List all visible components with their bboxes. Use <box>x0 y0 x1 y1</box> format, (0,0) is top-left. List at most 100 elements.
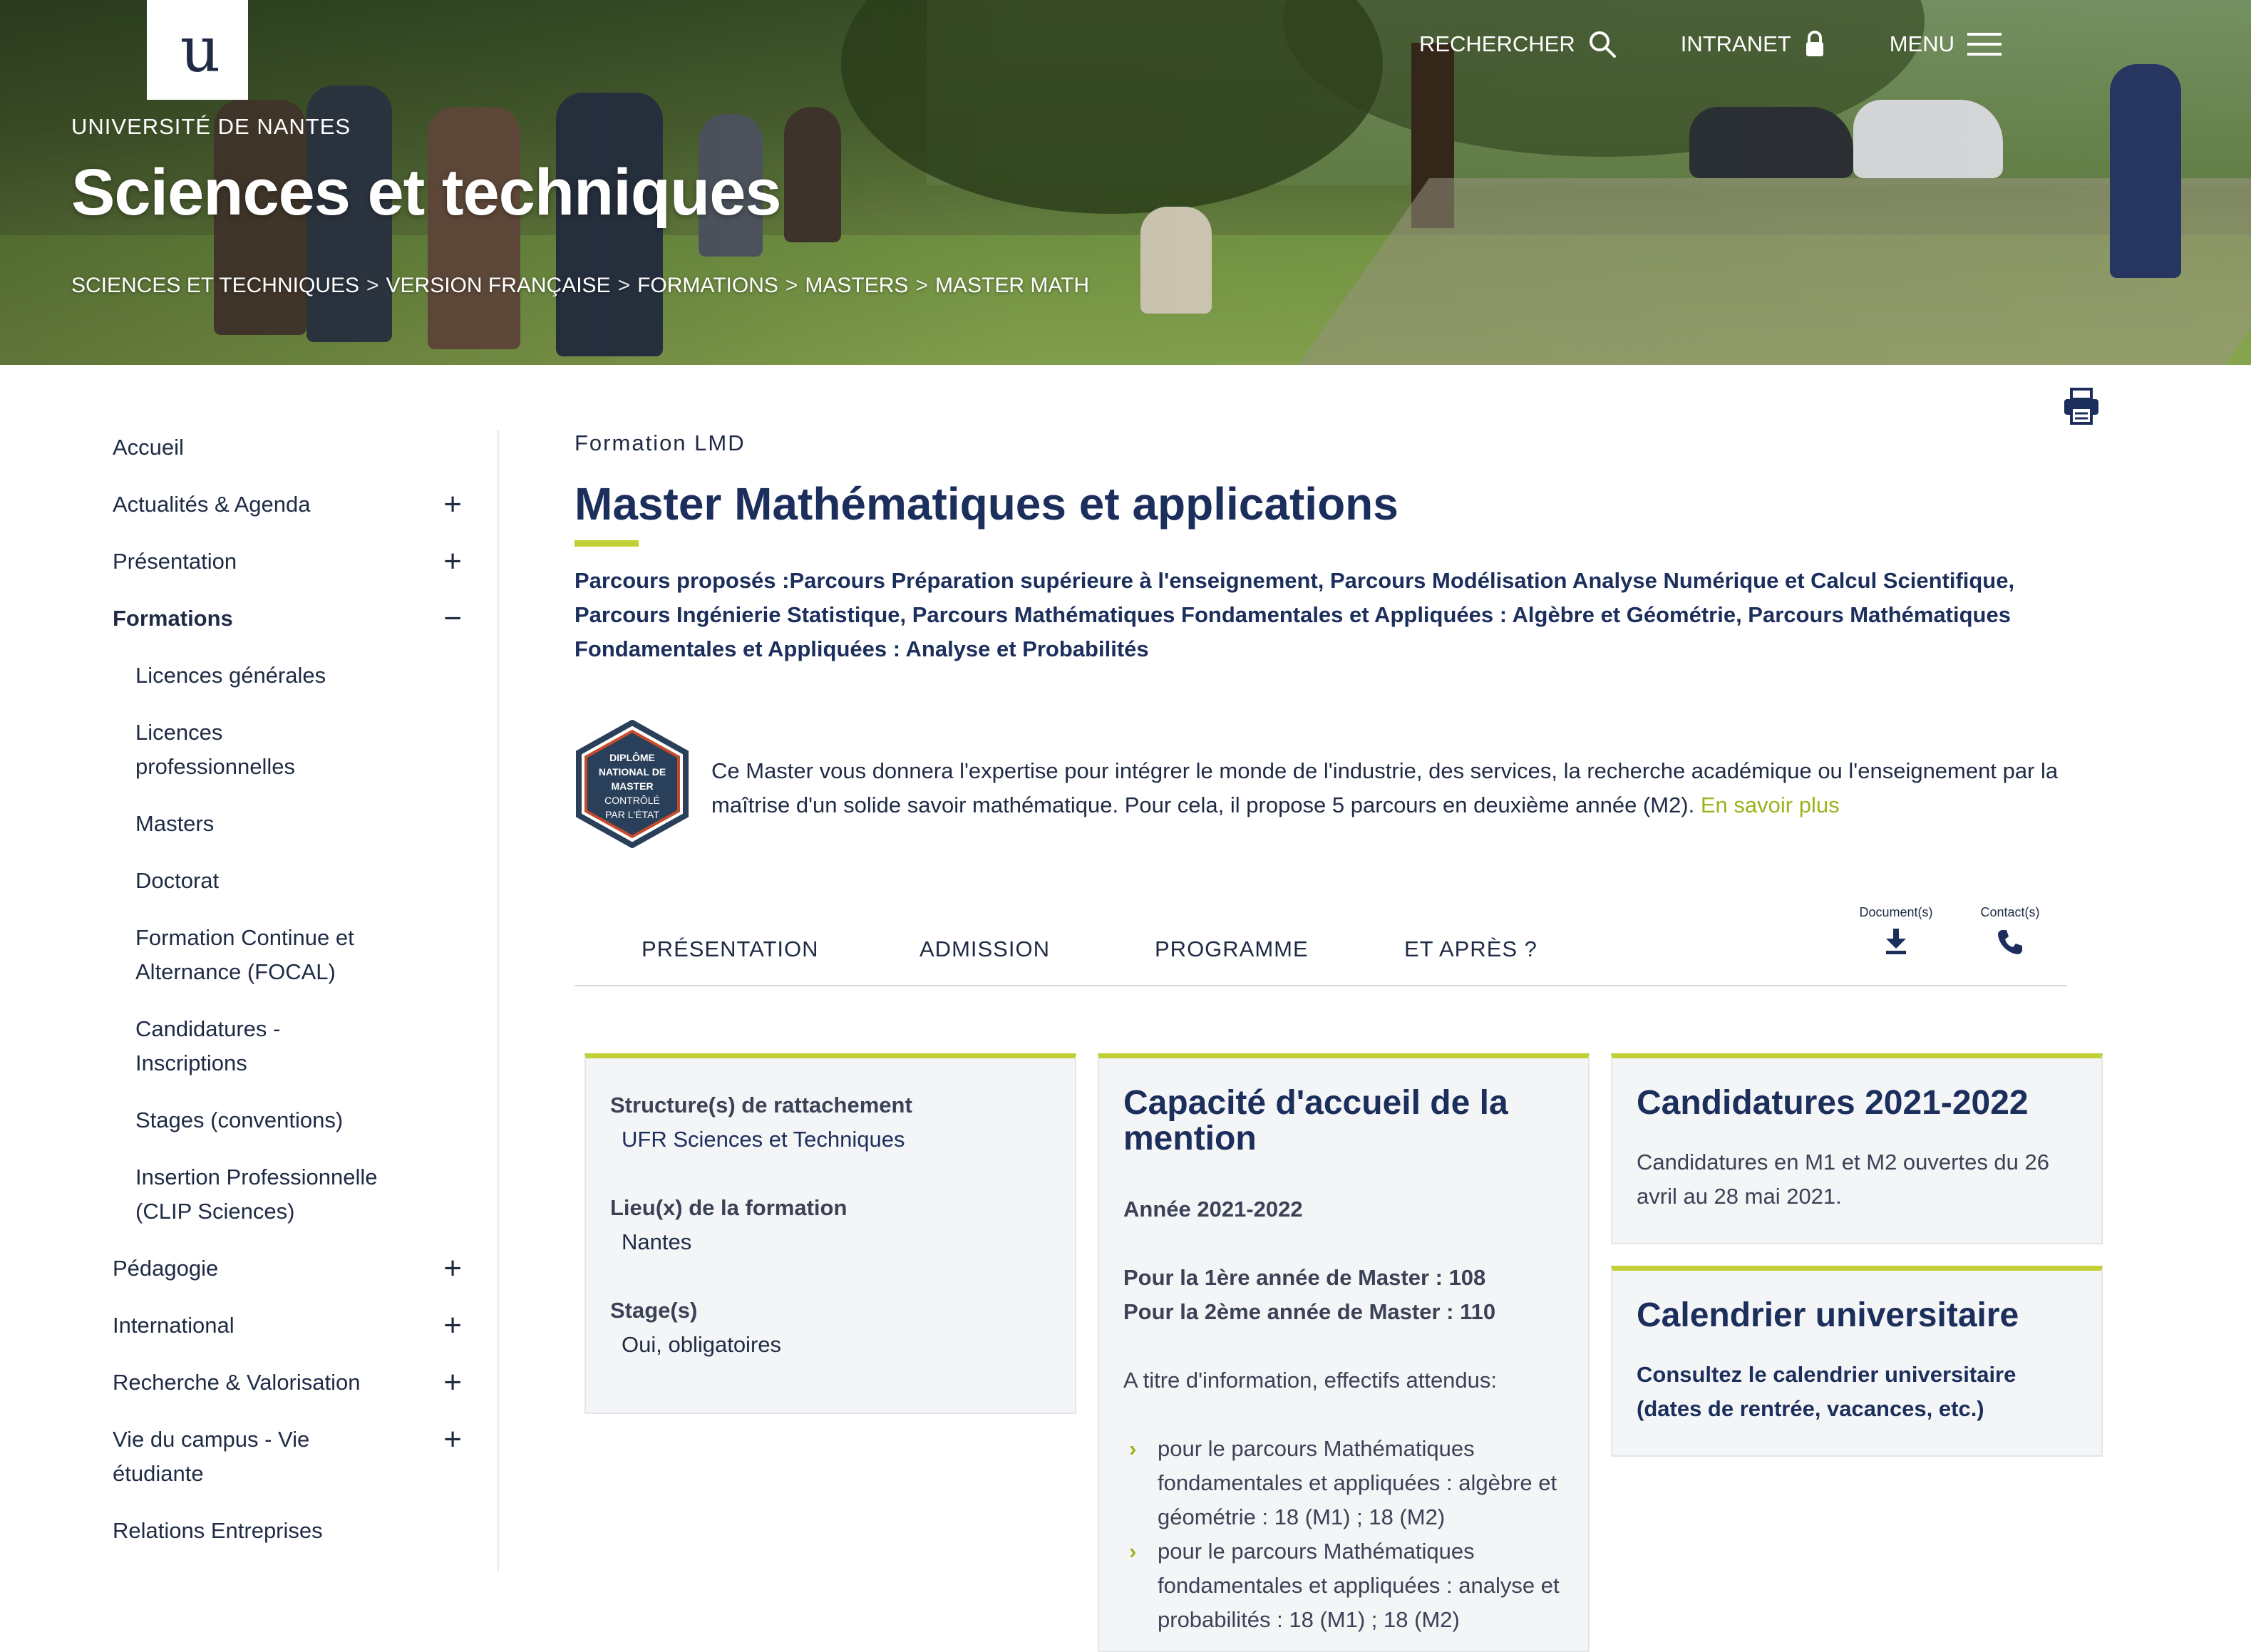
formation-type: Formation LMD <box>575 430 746 455</box>
breadcrumb-item[interactable]: VERSION FRANÇAISE <box>386 274 611 298</box>
structure-link[interactable]: UFR Sciences et Techniques <box>610 1122 1051 1157</box>
stage-value: Oui, obligatoires <box>622 1332 782 1357</box>
sidebar-item-relations-entreprises[interactable]: Relations Entreprises <box>113 1514 455 1548</box>
search-button[interactable]: RECHERCHER <box>1419 30 1617 58</box>
documents-label: Document(s) <box>1859 905 1933 919</box>
menu-label: MENU <box>1889 31 1954 56</box>
intro-text: Ce Master vous donnera l'expertise pour … <box>711 758 2059 817</box>
sidebar-subitem-licences-pro[interactable]: Licences professionnelles <box>135 716 349 784</box>
capacite-m1: Pour la 1ère année de Master : 108 <box>1123 1265 1486 1290</box>
svg-text:PAR L'ÉTAT: PAR L'ÉTAT <box>605 809 659 820</box>
chevron-right-icon: › <box>1129 1539 1137 1564</box>
capacite-card: Capacité d'accueil de la mention Année 2… <box>1098 1053 1590 1652</box>
content-tabs: PRÉSENTATION ADMISSION PROGRAMME ET APRÈ… <box>575 905 2067 986</box>
expand-icon[interactable]: + <box>443 487 462 522</box>
download-icon <box>1886 929 1906 954</box>
capacite-info: A titre d'information, effectifs attendu… <box>1123 1368 1498 1393</box>
top-navigation: RECHERCHER INTRANET MENU <box>1419 30 2002 58</box>
page-title: Master Mathématiques et applications <box>575 478 1398 530</box>
intranet-label: INTRANET <box>1680 31 1791 56</box>
title-underline <box>575 540 639 547</box>
candidatures-card: Candidatures 2021-2022 Candidatures en M… <box>1611 1053 2103 1244</box>
calendrier-card: Calendrier universitaire Consultez le ca… <box>1611 1266 2103 1457</box>
svg-text:NATIONAL DE: NATIONAL DE <box>599 766 666 778</box>
page: u UNIVERSITÉ DE NANTES Sciences et techn… <box>0 0 2251 1652</box>
candidatures-text: Candidatures en M1 et M2 ouvertes du 26 … <box>1637 1150 2050 1209</box>
svg-text:MASTER: MASTER <box>611 780 653 792</box>
breadcrumb-item[interactable]: SCIENCES ET TECHNIQUES <box>71 274 359 298</box>
sidebar-subitem-masters[interactable]: Masters <box>135 807 435 841</box>
contacts-label: Contact(s) <box>1980 905 2040 919</box>
capacite-title: Capacité d'accueil de la mention <box>1123 1084 1508 1157</box>
site-title[interactable]: Sciences et techniques <box>71 155 782 230</box>
phone-icon <box>1998 930 2022 954</box>
sidebar-subitem-stages[interactable]: Stages (conventions) <box>135 1103 435 1137</box>
main-content: Formation LMD Master Mathématiques et ap… <box>575 430 2114 666</box>
sidebar-subitem-licences-generales[interactable]: Licences générales <box>135 659 435 693</box>
sidebar-subitem-doctorat[interactable]: Doctorat <box>135 864 435 898</box>
expand-icon[interactable]: + <box>443 544 462 579</box>
structure-label: Structure(s) de rattachement <box>610 1093 912 1117</box>
breadcrumb: SCIENCES ET TECHNIQUES > VERSION FRANÇAI… <box>71 274 1089 298</box>
breadcrumb-separator: > <box>785 274 798 297</box>
en-savoir-plus-link[interactable]: En savoir plus <box>1701 793 1840 817</box>
sidebar-submenu-formations: Licences générales Licences professionne… <box>113 659 435 1229</box>
sidebar-subitem-insertion[interactable]: Insertion Professionnelle (CLIP Sciences… <box>135 1160 421 1229</box>
sidebar-item-recherche[interactable]: Recherche & Valorisation + <box>113 1366 462 1400</box>
breadcrumb-separator: > <box>617 274 631 297</box>
capacite-bullets: › pour le parcours Mathématiques fondame… <box>1123 1432 1564 1637</box>
sidebar-subitem-candidatures[interactable]: Candidatures - Inscriptions <box>135 1012 335 1080</box>
contacts-button[interactable]: Contact(s) <box>1960 905 2060 956</box>
tab-presentation[interactable]: PRÉSENTATION <box>642 936 819 962</box>
structure-card: Structure(s) de rattachement UFR Science… <box>584 1053 1076 1414</box>
university-logo[interactable]: u <box>147 0 248 100</box>
sidebar-item-accueil[interactable]: Accueil <box>113 430 455 465</box>
expand-icon[interactable]: + <box>443 1308 462 1343</box>
print-icon[interactable] <box>2061 386 2101 426</box>
calendrier-title: Calendrier universitaire <box>1637 1296 2019 1334</box>
sidebar-item-pedagogie[interactable]: Pédagogie + <box>113 1251 462 1286</box>
breadcrumb-item-current[interactable]: MASTER MATH <box>935 274 1089 298</box>
sidebar-item-vie-campus[interactable]: Vie du campus - Vie étudiante + <box>113 1423 462 1491</box>
breadcrumb-separator: > <box>366 274 379 297</box>
hamburger-icon <box>1967 33 2002 56</box>
sidebar-divider <box>498 430 499 1571</box>
chevron-right-icon: › <box>1129 1436 1137 1461</box>
candidatures-title: Candidatures 2021-2022 <box>1637 1084 2029 1122</box>
capacite-m2: Pour la 2ème année de Master : 110 <box>1123 1299 1496 1324</box>
calendrier-link[interactable]: Consultez le calendrier universitaire (d… <box>1637 1358 2077 1426</box>
intranet-button[interactable]: INTRANET <box>1681 30 1825 58</box>
lock-icon <box>1806 31 1823 56</box>
lieu-label: Lieu(x) de la formation <box>610 1195 848 1220</box>
tab-admission[interactable]: ADMISSION <box>920 936 1050 962</box>
list-item: › pour le parcours Mathématiques fondame… <box>1123 1534 1564 1637</box>
capacite-year: Année 2021-2022 <box>1123 1197 1303 1222</box>
breadcrumb-item[interactable]: FORMATIONS <box>637 274 778 298</box>
stage-label: Stage(s) <box>610 1298 698 1323</box>
svg-text:CONTRÔLÉ: CONTRÔLÉ <box>604 795 660 806</box>
documents-button[interactable]: Document(s) <box>1846 905 1946 954</box>
lieu-value: Nantes <box>622 1229 692 1254</box>
sidebar-item-international[interactable]: International + <box>113 1308 462 1343</box>
search-label: RECHERCHER <box>1418 31 1575 56</box>
sidebar-item-formations[interactable]: Formations − <box>113 602 462 636</box>
breadcrumb-item[interactable]: MASTERS <box>805 274 908 298</box>
svg-text:DIPLÔME: DIPLÔME <box>609 751 655 763</box>
tab-et-apres[interactable]: ET APRÈS ? <box>1404 936 1537 962</box>
parcours-list: Parcours proposés :Parcours Préparation … <box>575 568 2015 661</box>
search-icon <box>1589 31 1616 58</box>
university-name: UNIVERSITÉ DE NANTES <box>71 114 351 139</box>
hero-banner: u UNIVERSITÉ DE NANTES Sciences et techn… <box>0 0 2251 365</box>
expand-icon[interactable]: + <box>443 1251 462 1286</box>
list-item: › pour le parcours Mathématiques fondame… <box>1123 1432 1564 1534</box>
menu-button[interactable]: MENU <box>1890 31 2002 57</box>
collapse-icon[interactable]: − <box>443 602 462 636</box>
sidebar-item-actualites[interactable]: Actualités & Agenda + <box>113 487 462 522</box>
diplome-national-badge: DIPLÔME NATIONAL DE MASTER CONTRÔLÉ PAR … <box>576 720 689 848</box>
expand-icon[interactable]: + <box>443 1423 462 1457</box>
sidebar-nav: Accueil Actualités & Agenda + Présentati… <box>113 430 498 1571</box>
tab-programme[interactable]: PROGRAMME <box>1155 936 1309 962</box>
sidebar-subitem-focal[interactable]: Formation Continue et Alternance (FOCAL) <box>135 921 406 989</box>
expand-icon[interactable]: + <box>443 1366 462 1400</box>
sidebar-item-presentation[interactable]: Présentation + <box>113 544 462 579</box>
